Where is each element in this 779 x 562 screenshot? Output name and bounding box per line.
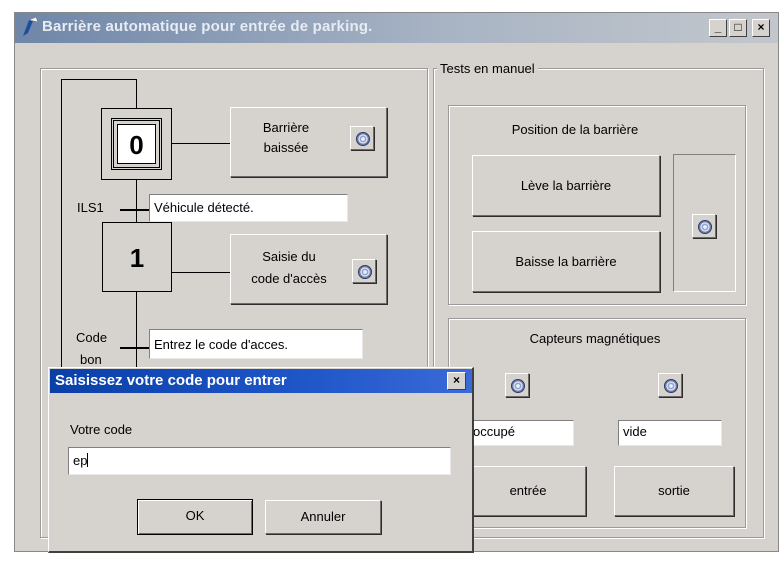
grafcet-link [136, 79, 137, 109]
step-0: 0 [101, 108, 172, 180]
step-0-number: 0 [117, 124, 156, 164]
raise-barrier-button[interactable]: Lève la barrière [472, 155, 660, 216]
transition-2-text: Entrez le code d'acces. [149, 329, 363, 359]
step-0-action-line2: baissée [263, 140, 309, 155]
step-1-led-icon[interactable] [352, 259, 376, 283]
sensor-right-led-icon[interactable] [658, 373, 682, 397]
grafcet-link [136, 180, 137, 222]
window-title: Barrière automatique pour entrée de park… [42, 18, 373, 35]
entry-button[interactable]: entrée [470, 466, 586, 516]
ok-button[interactable]: OK [137, 499, 253, 535]
dialog-close-icon[interactable]: × [447, 372, 466, 390]
step-1: 1 [102, 222, 172, 292]
text-cursor [87, 453, 89, 467]
maximize-button[interactable]: □ [729, 19, 747, 37]
code-input[interactable]: ep [68, 447, 451, 475]
sensor-left-led-icon[interactable] [505, 373, 529, 397]
transition-1-bar [120, 209, 152, 211]
app-icon [23, 16, 39, 36]
sensor-right-field: vide [618, 420, 722, 446]
step-1-action-line2: code d'accès [251, 271, 327, 286]
manual-tests-title: Tests en manuel [437, 61, 538, 76]
dialog-title: Saisissez votre code pour entrer [55, 372, 287, 389]
code-input-value: ep [73, 453, 88, 468]
sensors-group-title: Capteurs magnétiques [529, 331, 661, 346]
grafcet-top-link [61, 79, 136, 80]
step-1-action-line1: Saisie du [262, 249, 316, 264]
transition-1-text: Véhicule détecté. [149, 194, 348, 222]
action-link [172, 272, 230, 273]
step-1-action: Saisie du code d'accès [230, 234, 387, 304]
position-group-title: Position de la barrière [511, 122, 639, 137]
code-prompt: Votre code [70, 422, 133, 437]
sensor-left-field: occupé [468, 420, 574, 446]
step-0-action: Barrière baissée [230, 107, 387, 177]
action-link [172, 143, 230, 144]
barrier-led-icon[interactable] [692, 214, 716, 238]
cancel-button[interactable]: Annuler [265, 500, 381, 534]
transition-1-label: ILS1 [77, 200, 104, 215]
transition-2-bar [120, 347, 152, 349]
close-button[interactable]: × [752, 19, 770, 37]
lower-barrier-button[interactable]: Baisse la barrière [472, 231, 660, 292]
step-1-number: 1 [129, 243, 145, 273]
step-0-action-line1: Barrière [262, 120, 310, 135]
grafcet-link [136, 292, 137, 369]
exit-button[interactable]: sortie [614, 466, 734, 516]
step-0-led-icon[interactable] [350, 126, 374, 150]
transition-2-label: Code [76, 330, 108, 345]
transition-2-label-line2: bon [80, 352, 102, 366]
minimize-button[interactable]: _ [709, 19, 727, 37]
